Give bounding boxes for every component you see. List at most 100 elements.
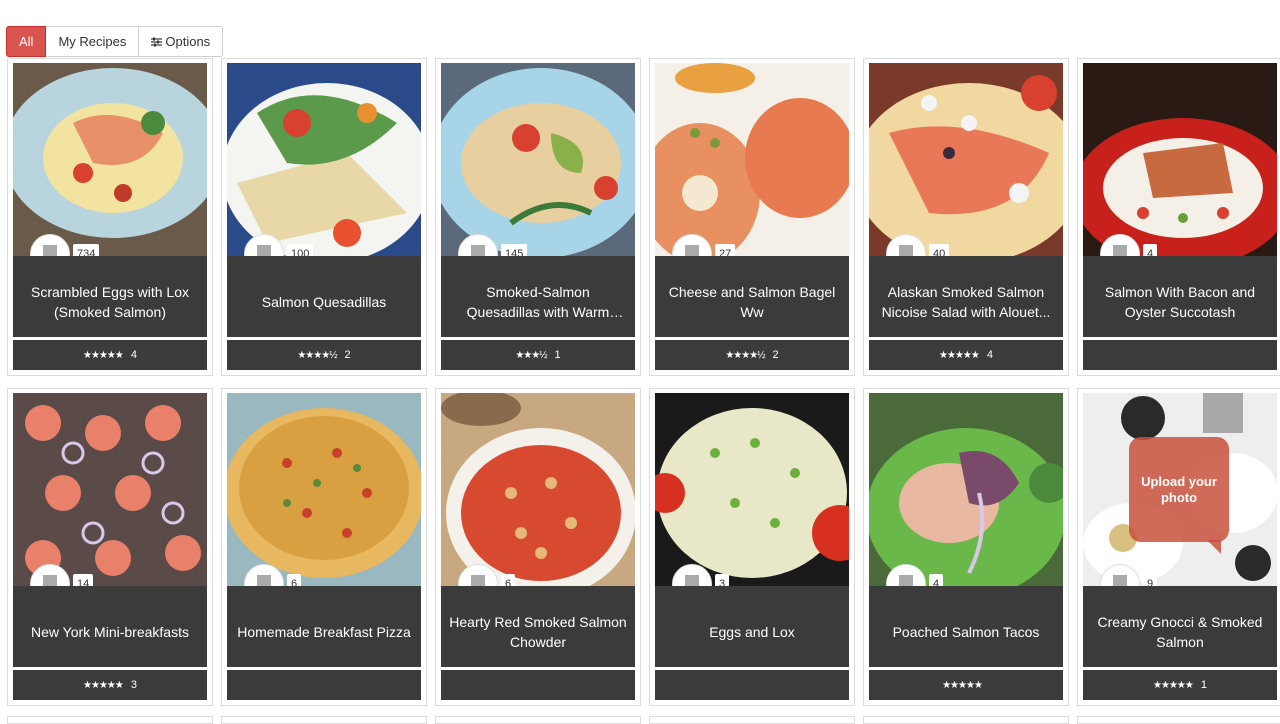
recipe-title: Scrambled Eggs with Lox (Smoked Salmon) bbox=[31, 283, 189, 320]
recipe-title: Salmon With Bacon and Oyster Succotash bbox=[1104, 283, 1256, 320]
recipe-title: New York Mini-breakfasts bbox=[31, 623, 189, 640]
recipe-card[interactable]: 100 Salmon Quesadillas ★★★★½ 2 bbox=[221, 58, 427, 376]
rating-bar: ★★★★★ bbox=[869, 670, 1063, 700]
recipe-card[interactable]: 4 Salmon With Bacon and Oyster Succotash bbox=[1077, 58, 1280, 376]
recipe-card[interactable]: 145 Smoked-Salmon Quesadillas with Warm … bbox=[435, 58, 641, 376]
recipe-photo[interactable]: 14 bbox=[13, 393, 207, 587]
save-group: 6 bbox=[458, 564, 516, 587]
next-row-card-edge bbox=[221, 716, 427, 724]
recipe-card[interactable]: 6 Hearty Red Smoked Salmon Chowder bbox=[435, 388, 641, 706]
save-count: 6 bbox=[287, 574, 302, 587]
bookmark-icon[interactable] bbox=[244, 564, 284, 587]
save-count: 27 bbox=[715, 244, 736, 257]
sliders-icon bbox=[151, 37, 163, 47]
recipe-photo[interactable]: 6 bbox=[441, 393, 635, 587]
rating-stars: ★★★½ bbox=[515, 349, 547, 361]
save-group: 14 bbox=[30, 564, 94, 587]
rating-stars: ★★★★★ bbox=[939, 349, 980, 361]
save-group: 4 bbox=[886, 564, 944, 587]
bookmark-icon[interactable] bbox=[458, 564, 498, 587]
bookmark-icon[interactable] bbox=[244, 234, 284, 257]
recipe-photo[interactable]: 40 bbox=[869, 63, 1063, 257]
recipe-title: Creamy Gnocci & Smoked Salmon bbox=[1097, 613, 1263, 650]
save-group: 27 bbox=[672, 234, 736, 257]
recipe-card[interactable]: 4 Poached Salmon Tacos ★★★★★ bbox=[863, 388, 1069, 706]
recipe-title-box[interactable]: Eggs and Lox bbox=[655, 586, 849, 668]
rating-count: 1 bbox=[554, 349, 561, 362]
bookmark-icon[interactable] bbox=[1100, 564, 1140, 587]
bookmark-icon[interactable] bbox=[1100, 234, 1140, 257]
recipe-card[interactable]: 27 Cheese and Salmon Bagel Ww ★★★★½ 2 bbox=[649, 58, 855, 376]
recipe-photo[interactable]: 4 bbox=[1083, 63, 1277, 257]
rating-stars: ★★★★★ bbox=[1153, 679, 1194, 691]
bookmark-icon[interactable] bbox=[30, 564, 70, 587]
rating-bar: ★★★★★ 4 bbox=[869, 340, 1063, 370]
recipe-card[interactable]: 14 New York Mini-breakfasts ★★★★★ 3 bbox=[7, 388, 213, 706]
recipe-title-box[interactable]: New York Mini-breakfasts bbox=[13, 586, 207, 668]
recipe-photo[interactable]: Upload your photo 9 bbox=[1083, 393, 1277, 587]
save-group: 4 bbox=[1100, 234, 1158, 257]
filter-all-button[interactable]: All bbox=[6, 26, 47, 57]
save-count: 3 bbox=[715, 574, 730, 587]
rating-bar bbox=[1083, 340, 1277, 370]
rating-stars: ★★★★★ bbox=[942, 679, 983, 691]
rating-stars: ★★★★½ bbox=[725, 349, 765, 361]
recipe-photo[interactable]: 27 bbox=[655, 63, 849, 257]
rating-bar: ★★★½ 1 bbox=[441, 340, 635, 370]
rating-bar bbox=[227, 670, 421, 700]
rating-bar bbox=[441, 670, 635, 700]
recipe-title-box[interactable]: Hearty Red Smoked Salmon Chowder bbox=[441, 586, 635, 668]
recipe-card[interactable]: 734 Scrambled Eggs with Lox (Smoked Salm… bbox=[7, 58, 213, 376]
bookmark-icon[interactable] bbox=[672, 564, 712, 587]
bookmark-icon[interactable] bbox=[30, 234, 70, 257]
upload-photo-prompt[interactable]: Upload your photo bbox=[1129, 437, 1229, 554]
bookmark-icon[interactable] bbox=[458, 234, 498, 257]
recipe-photo[interactable]: 734 bbox=[13, 63, 207, 257]
next-row-card-edge bbox=[863, 716, 1069, 724]
save-group: 734 bbox=[30, 234, 100, 257]
bookmark-icon[interactable] bbox=[672, 234, 712, 257]
rating-stars: ★★★★★ bbox=[83, 679, 124, 691]
recipe-title: Hearty Red Smoked Salmon Chowder bbox=[449, 613, 627, 650]
rating-bar: ★★★★½ 2 bbox=[227, 340, 421, 370]
save-group: 9 bbox=[1100, 564, 1158, 587]
rating-count: 4 bbox=[130, 349, 137, 362]
recipe-title-box[interactable]: Cheese and Salmon Bagel Ww bbox=[655, 256, 849, 338]
recipe-title-box[interactable]: Salmon Quesadillas bbox=[227, 256, 421, 338]
recipe-photo[interactable]: 6 bbox=[227, 393, 421, 587]
recipe-title-box[interactable]: Scrambled Eggs with Lox (Smoked Salmon) bbox=[13, 256, 207, 338]
recipe-photo[interactable]: 4 bbox=[869, 393, 1063, 587]
recipe-title: Smoked-Salmon Quesadillas with Warm Toma… bbox=[466, 283, 610, 320]
options-button[interactable]: Options bbox=[139, 26, 224, 57]
recipe-title-box[interactable]: Salmon With Bacon and Oyster Succotash bbox=[1083, 256, 1277, 338]
save-group: 40 bbox=[886, 234, 950, 257]
recipe-title-box[interactable]: Creamy Gnocci & Smoked Salmon bbox=[1083, 586, 1277, 668]
recipe-card[interactable]: 40 Alaskan Smoked Salmon Nicoise Salad w… bbox=[863, 58, 1069, 376]
rating-count: 2 bbox=[772, 349, 779, 362]
recipe-title-box[interactable]: Smoked-Salmon Quesadillas with Warm Toma… bbox=[441, 256, 635, 338]
recipe-photo[interactable]: 3 bbox=[655, 393, 849, 587]
recipe-card[interactable]: 3 Eggs and Lox bbox=[649, 388, 855, 706]
recipe-grid: 734 Scrambled Eggs with Lox (Smoked Salm… bbox=[7, 58, 1280, 706]
recipe-photo[interactable]: 145 bbox=[441, 63, 635, 257]
recipe-title: Homemade Breakfast Pizza bbox=[237, 623, 411, 640]
rating-count: 4 bbox=[986, 349, 993, 362]
filter-my-recipes-button[interactable]: My Recipes bbox=[46, 26, 140, 57]
save-count: 100 bbox=[287, 244, 314, 257]
save-group: 145 bbox=[458, 234, 528, 257]
recipe-card[interactable]: Upload your photo 9 Creamy Gnocci & Smok… bbox=[1077, 388, 1280, 706]
save-group: 100 bbox=[244, 234, 314, 257]
bookmark-icon[interactable] bbox=[886, 564, 926, 587]
next-row-card-edge bbox=[435, 716, 641, 724]
recipe-card[interactable]: 6 Homemade Breakfast Pizza bbox=[221, 388, 427, 706]
rating-count: 2 bbox=[344, 349, 351, 362]
save-count: 145 bbox=[501, 244, 528, 257]
bookmark-icon[interactable] bbox=[886, 234, 926, 257]
rating-count: 3 bbox=[130, 679, 137, 692]
recipe-title-box[interactable]: Poached Salmon Tacos bbox=[869, 586, 1063, 668]
save-count: 4 bbox=[1143, 244, 1158, 257]
recipe-title: Alaskan Smoked Salmon Nicoise Salad with… bbox=[881, 283, 1051, 320]
recipe-title-box[interactable]: Homemade Breakfast Pizza bbox=[227, 586, 421, 668]
recipe-title-box[interactable]: Alaskan Smoked Salmon Nicoise Salad with… bbox=[869, 256, 1063, 338]
recipe-photo[interactable]: 100 bbox=[227, 63, 421, 257]
